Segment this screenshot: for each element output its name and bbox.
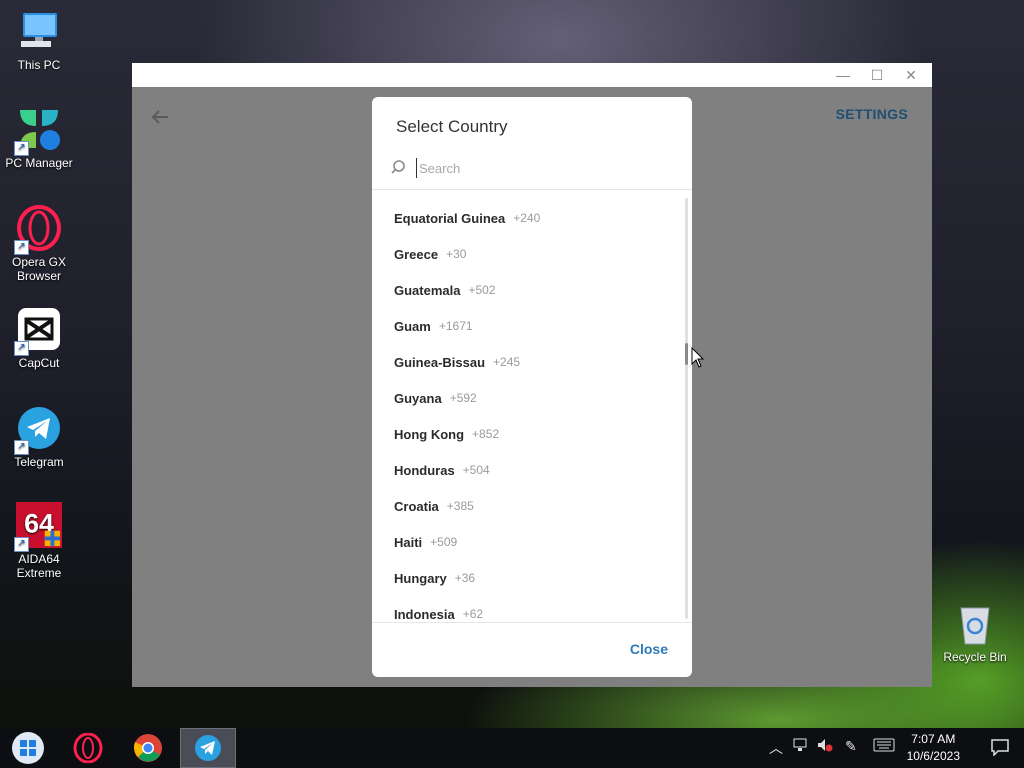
search-input[interactable] <box>416 158 661 178</box>
desktop-icon-aida64[interactable]: 64 ↗ AIDA64 Extreme <box>2 502 76 580</box>
country-code: +592 <box>449 391 477 405</box>
search-icon <box>391 160 405 174</box>
country-code: +245 <box>493 355 521 369</box>
list-item[interactable]: Guinea-Bissau +245 <box>372 344 682 380</box>
opera-gx-icon: ↗ <box>14 205 62 255</box>
country-name: Guinea-Bissau <box>394 354 486 370</box>
country-name: Guyana <box>394 390 442 406</box>
clock-date: 10/6/2023 <box>906 749 960 763</box>
dialog-title: Select Country <box>396 117 508 136</box>
list-item[interactable]: Croatia +385 <box>372 488 682 524</box>
country-name: Greece <box>394 246 439 262</box>
this-pc-icon <box>16 8 62 54</box>
list-item[interactable]: Greece +30 <box>372 236 682 272</box>
pen-icon[interactable]: ✎ <box>845 738 857 755</box>
telegram-icon <box>195 735 221 761</box>
recycle-bin-icon <box>960 607 990 645</box>
chrome-icon <box>133 734 162 762</box>
window-titlebar[interactable]: — ☐ ✕ <box>132 63 932 87</box>
taskbar: ︿ ✎ 7:07 AM 10/6/2023 <box>0 728 1024 768</box>
list-item[interactable]: Guyana +592 <box>372 380 682 416</box>
dialog-footer: Close <box>372 622 692 677</box>
country-name: Indonesia <box>394 606 455 622</box>
close-window-button[interactable]: ✕ <box>894 63 928 87</box>
country-code: +62 <box>462 607 484 621</box>
start-button[interactable] <box>0 728 56 768</box>
start-icon <box>12 732 44 764</box>
list-scrollbar-track[interactable] <box>685 198 688 619</box>
country-name: Guatemala <box>394 282 461 298</box>
country-code: +509 <box>430 535 458 549</box>
list-item[interactable]: Hungary +36 <box>372 560 682 596</box>
country-code: +504 <box>462 463 490 477</box>
search-bar <box>372 155 692 190</box>
chevron-up-icon[interactable]: ︿ <box>769 738 783 758</box>
country-code: +30 <box>446 247 467 261</box>
keyboard-icon[interactable] <box>873 738 895 755</box>
pc-manager-icon: ↗ <box>14 106 62 156</box>
country-code: +852 <box>472 427 500 441</box>
country-code: +502 <box>468 283 496 297</box>
mouse-cursor-icon <box>691 347 705 368</box>
country-name: Haiti <box>394 534 423 550</box>
capcut-icon: ↗ <box>14 306 62 356</box>
desktop-icon-opera-gx[interactable]: ↗ Opera GX Browser <box>2 205 76 283</box>
country-list: Equatorial Guinea +240 Greece +30 Guatem… <box>372 190 692 622</box>
desktop-icon-label: This PC <box>17 58 61 72</box>
shortcut-arrow-icon: ↗ <box>14 440 29 455</box>
desktop-icon-recycle-bin[interactable]: Recycle Bin <box>940 602 1010 664</box>
aida64-icon: 64 ↗ <box>14 502 62 552</box>
shortcut-arrow-icon: ↗ <box>14 537 29 552</box>
taskbar-telegram[interactable] <box>180 728 236 768</box>
desktop-icon-pc-manager[interactable]: ↗ PC Manager <box>2 106 76 170</box>
desktop-icon-this-pc[interactable]: This PC <box>2 8 76 72</box>
shortcut-arrow-icon: ↗ <box>14 240 29 255</box>
notification-icon[interactable] <box>990 738 1010 756</box>
country-code: +36 <box>454 571 476 585</box>
telegram-icon: ↗ <box>14 405 62 455</box>
country-name: Guam <box>394 318 431 334</box>
shortcut-arrow-icon: ↗ <box>14 141 29 156</box>
list-item[interactable]: Indonesia +62 <box>372 596 682 622</box>
close-button[interactable]: Close <box>630 641 668 657</box>
country-code: +385 <box>446 499 474 513</box>
network-icon[interactable] <box>793 738 809 755</box>
country-name: Equatorial Guinea <box>394 210 506 226</box>
country-name: Croatia <box>394 498 439 514</box>
clock-time: 7:07 AM <box>911 732 956 746</box>
desktop-icon-capcut[interactable]: ↗ CapCut <box>2 306 76 370</box>
taskbar-opera[interactable] <box>60 728 116 768</box>
country-code: +240 <box>513 211 541 225</box>
select-country-dialog: Select Country Equatorial Guinea +240 Gr… <box>372 97 692 677</box>
shortcut-arrow-icon: ↗ <box>14 341 29 356</box>
list-item[interactable]: Guatemala +502 <box>372 272 682 308</box>
desktop-icon-telegram[interactable]: ↗ Telegram <box>2 405 76 469</box>
desktop-icon-label: Telegram <box>14 455 64 469</box>
minimize-button[interactable]: — <box>826 63 860 87</box>
taskbar-chrome[interactable] <box>120 728 176 768</box>
settings-button[interactable]: SETTINGS <box>836 106 908 122</box>
desktop-icon-label: AIDA64 Extreme <box>16 552 62 580</box>
list-scrollbar-thumb[interactable] <box>685 343 688 365</box>
maximize-button[interactable]: ☐ <box>860 63 894 87</box>
list-item[interactable]: Honduras +504 <box>372 452 682 488</box>
country-name: Hungary <box>394 570 447 586</box>
list-item[interactable]: Hong Kong +852 <box>372 416 682 452</box>
volume-muted-icon[interactable] <box>817 738 833 755</box>
list-item[interactable]: Equatorial Guinea +240 <box>372 200 682 236</box>
desktop-icon-label: PC Manager <box>5 156 73 170</box>
desktop-icon-label: CapCut <box>18 356 60 370</box>
desktop-icon-label: Opera GX Browser <box>11 255 67 283</box>
list-item[interactable]: Guam +1671 <box>372 308 682 344</box>
desktop-icon-label: Recycle Bin <box>943 650 1007 664</box>
country-code: +1671 <box>438 319 473 333</box>
list-item[interactable]: Haiti +509 <box>372 524 682 560</box>
country-name: Hong Kong <box>394 426 465 442</box>
clock[interactable]: 7:07 AM 10/6/2023 <box>907 731 960 765</box>
back-arrow-icon[interactable] <box>150 105 170 131</box>
opera-icon <box>73 733 103 763</box>
country-name: Honduras <box>394 462 455 478</box>
